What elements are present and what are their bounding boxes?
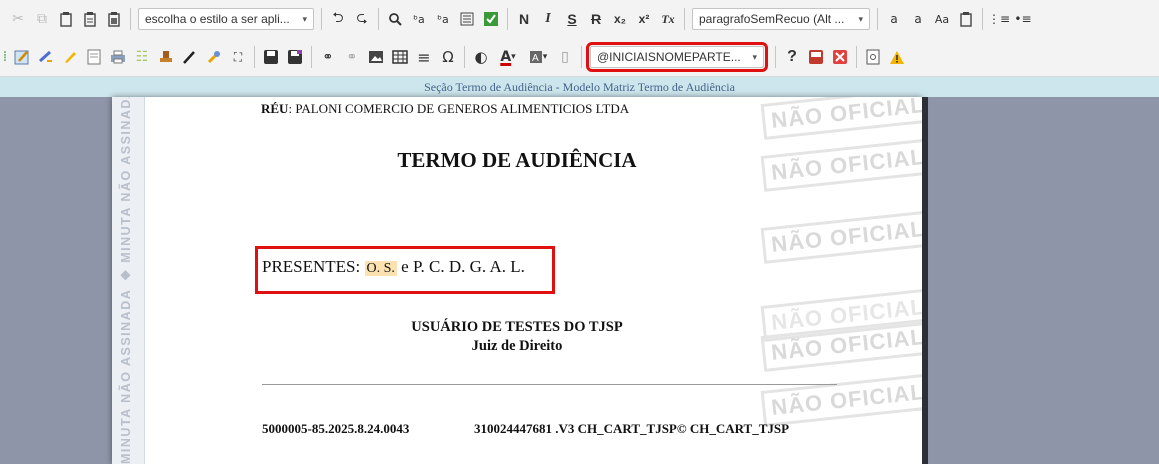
separator [130,8,131,30]
paragraph-style-value: paragrafoSemRecuo (Alt ... [699,12,845,26]
numbered-list-icon[interactable]: ⋮≡ [988,7,1010,31]
replace-icon[interactable]: ᵇa [408,7,430,31]
separator [311,46,312,68]
page-layout-icon[interactable]: ▯ [554,45,576,69]
separator [684,8,685,30]
svg-text:A: A [532,53,539,64]
footer-divider [262,384,837,385]
pen-icon[interactable] [179,45,201,69]
change-case-button[interactable]: Aa [931,7,953,31]
section-title-bar: Seção Termo de Audiência - Modelo Matriz… [0,77,1159,97]
document-code: 310024447681 .V3 CH_CART_TJSP© CH_CART_T… [474,421,790,436]
separator [877,8,878,30]
special-character-button[interactable]: Ω [437,45,459,69]
decrease-font-button[interactable]: a [907,7,929,31]
list-view-icon[interactable]: ☷ [131,45,153,69]
highlighter-icon[interactable] [59,45,81,69]
mention-select-value: @INICIAISNOMEPARTE... [597,50,741,64]
remove-format-button[interactable]: Tx [657,7,679,31]
horizontal-rule-icon[interactable]: ≡ [413,45,435,69]
toolbar-bottom: ⁞ ☷ ⛶ ⚭ ⚭ ≡ Ω ◐ A ▾ A ▾ ▯ @INICIAISNOMEPAR… [0,38,1159,77]
page-shadow [922,97,928,464]
brush-icon[interactable] [203,45,225,69]
save-document-icon[interactable] [805,45,827,69]
zoom-icon[interactable]: ⛶ [227,45,249,69]
subscript-button[interactable]: x₂ [609,7,631,31]
decrease-font-icon: a [914,12,922,26]
close-icon[interactable] [829,45,851,69]
separator [775,46,776,68]
paste-icon[interactable] [55,7,77,31]
separator [464,46,465,68]
separator [856,46,857,68]
bullet-list-icon[interactable]: •≡ [1012,7,1034,31]
warning-icon[interactable] [886,45,908,69]
style-select-value: escolha o estilo a ser apli... [145,12,290,26]
chevron-down-icon: ▾ [752,51,757,62]
find-icon[interactable] [384,7,406,31]
separator [507,8,508,30]
bold-button[interactable]: N [513,7,535,31]
attendee-mention[interactable]: O. S. [364,261,397,276]
unlink-icon[interactable]: ⚭ [341,45,363,69]
paragraph-style-select[interactable]: paragrafoSemRecuo (Alt ... ▾ [692,8,870,30]
document-page[interactable]: MINUTA NÃO ASSINADA ◆ MINUTA NÃO ASSINAD… [112,97,922,464]
cut-icon[interactable]: ✂ [7,7,29,31]
paste-word-icon[interactable] [103,7,125,31]
copy-icon[interactable]: ⧉ [31,7,53,31]
select-all-icon[interactable] [456,7,478,31]
toolbar-handle-icon: ⁞ [2,49,8,65]
watermark: NÃO OFICIAL [760,210,922,264]
paste-text-icon[interactable] [79,7,101,31]
save-icon[interactable] [260,45,282,69]
document-title: TERMO DE AUDIÊNCIA [397,148,637,172]
print-icon[interactable] [107,45,129,69]
watermark: NÃO OFICIAL [760,373,922,427]
link-icon[interactable]: ⚭ [317,45,339,69]
separator [378,8,379,30]
superscript-button[interactable]: x² [633,7,655,31]
document-properties-icon[interactable] [83,45,105,69]
preview-icon[interactable] [862,45,884,69]
paste-special-icon[interactable] [955,7,977,31]
strikethrough-button[interactable]: R [585,7,607,31]
signer-name: USUÁRIO DE TESTES DO TJSP [411,319,623,335]
text-color-icon[interactable]: A ▾ [494,45,522,69]
help-button[interactable]: ? [781,45,803,69]
background-color-icon[interactable]: A ▾ [524,45,552,69]
edit-icon[interactable] [11,45,33,69]
toolbar-top: ✂ ⧉ escolha o estilo a ser apli... ▾ ⮌ ⮎… [0,0,1159,39]
separator [581,46,582,68]
save-as-icon[interactable] [284,45,306,69]
format-painter-icon[interactable] [35,45,57,69]
image-icon[interactable] [365,45,387,69]
separator [254,46,255,68]
increase-font-button[interactable]: a [883,7,905,31]
stamp-icon[interactable] [155,45,177,69]
increase-font-icon: a [890,12,898,26]
spellcheck-icon[interactable] [480,7,502,31]
redo-icon[interactable]: ⮎ [351,7,373,31]
attendees-line[interactable]: PRESENTES: O. S. e P. C. D. G. A. L. [255,246,555,294]
defendant-value: : PALONI COMERCIO DE GENEROS ALIMENTICIO… [288,101,630,116]
table-icon[interactable] [389,45,411,69]
replace-all-icon[interactable]: ᵇa [432,7,454,31]
defendant-label: RÉU [261,101,289,116]
undo-icon[interactable]: ⮌ [327,7,349,31]
italic-button[interactable]: I [537,7,559,31]
separator [321,8,322,30]
defendant-line: RÉU: PALONI COMERCIO DE GENEROS ALIMENTI… [261,101,629,117]
attendees-label: PRESENTES: [262,257,365,276]
watermark: NÃO OFICIAL [760,97,922,140]
separator [982,8,983,30]
process-number: 5000005-85.2025.8.24.0043 [262,421,410,436]
chevron-down-icon: ▾ [858,13,863,24]
attendees-rest: e P. C. D. G. A. L. [396,257,525,276]
underline-button[interactable]: S [561,7,583,31]
style-select[interactable]: escolha o estilo a ser apli... ▾ [138,8,314,30]
signer-role: Juiz de Direito [471,338,563,354]
mention-select[interactable]: @INICIAISNOMEPARTE... ▾ [586,42,768,72]
chevron-down-icon: ▾ [302,13,307,24]
contrast-icon[interactable]: ◐ [470,45,492,69]
